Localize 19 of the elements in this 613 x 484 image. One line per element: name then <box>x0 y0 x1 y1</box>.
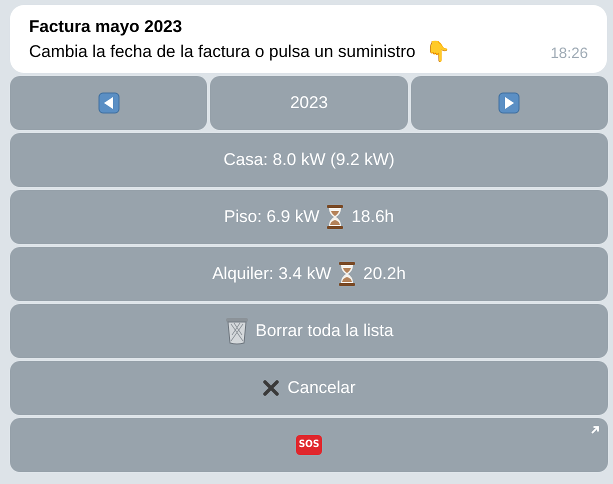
pointing-down-emoji: 👇 <box>425 40 450 65</box>
sos-button[interactable]: SOS <box>10 418 608 472</box>
keyboard-button[interactable]: Alquiler: 3.4 kW 20.2h <box>10 247 608 301</box>
message-time: 18:26 <box>550 44 588 64</box>
message-title: Factura mayo 2023 <box>29 16 184 38</box>
next-button[interactable] <box>410 76 608 130</box>
trash-can-icon <box>224 317 249 345</box>
keyboard-button[interactable]: 2023 <box>210 76 408 130</box>
keyboard-button[interactable]: Casa: 8.0 kW (9.2 kW) <box>10 133 608 187</box>
keyboard-button[interactable]: Piso: 6.9 kW 18.6h <box>10 190 608 244</box>
message-text: Cambia la fecha de la factura o pulsa un suministro <box>29 41 416 63</box>
hourglass-icon <box>326 204 344 230</box>
arrow-right-icon <box>498 92 520 114</box>
previous-button[interactable] <box>10 76 208 130</box>
close-icon <box>262 379 280 397</box>
arrow-left-icon <box>98 92 120 114</box>
clear-list-button[interactable]: Borrar toda la lista <box>10 304 608 358</box>
hourglass-icon <box>338 261 356 287</box>
cancel-button[interactable]: Cancelar <box>10 361 608 415</box>
